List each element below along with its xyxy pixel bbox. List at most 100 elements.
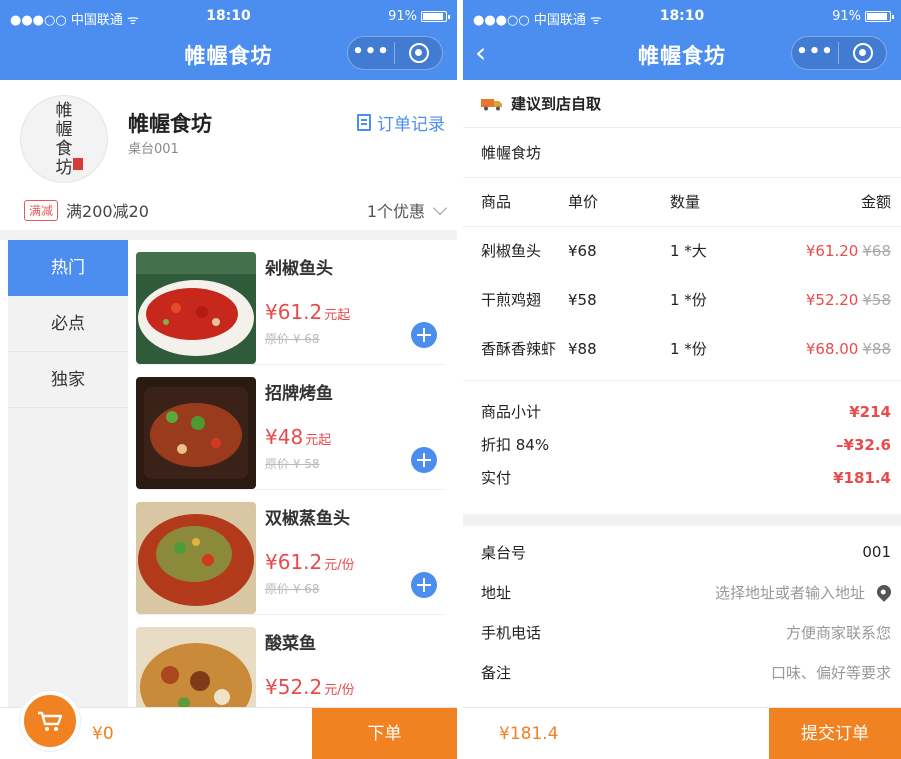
mini-program-capsule: ••• (791, 36, 887, 70)
price-value: ¥61.2 (265, 550, 323, 574)
target-icon (408, 43, 429, 63)
promo-count: 1个优惠 (366, 202, 425, 221)
divider (463, 514, 901, 526)
dish-item[interactable]: 酸菜鱼 ¥52.2 元/份 (136, 615, 445, 714)
original-price: 原价 ¥ 68 (265, 332, 320, 346)
address-field[interactable]: 选择地址或者输入地址 (714, 582, 894, 603)
place-order-button[interactable]: 下单 (312, 708, 457, 759)
dish-list: 剁椒鱼头 ¥61.2 元起 原价 ¥ 68 招牌烤鱼 ¥48 元起 原价 ¥ 58 … (136, 240, 445, 714)
item-amount: ¥68.00 ¥88 (760, 324, 901, 373)
item-qty: 1 *份 (670, 291, 707, 309)
battery-status: 91% (388, 9, 450, 24)
address-placeholder: 选择地址或者输入地址 (714, 583, 865, 602)
top-bar: ●●●○○ 中国联通 ᯤ 18:10 91% ‹ 帷幄食坊 ••• (463, 0, 901, 80)
shop-header: 帷幄食坊 帷幄食坊 桌台001 订单记录 满减 满200减20 1个优惠 (0, 80, 457, 230)
item-unit-price: ¥58 (568, 290, 597, 309)
add-to-cart-button[interactable] (411, 447, 437, 473)
header-item: 商品 (463, 178, 568, 227)
menu-area: 热门 必点 独家 剁椒鱼头 ¥61.2 元起 原价 ¥ 68 招牌烤鱼 ¥48 元起… (0, 240, 457, 714)
note-label: 备注 (481, 663, 512, 682)
battery-icon (421, 11, 450, 22)
phone-row[interactable]: 手机电话 方便商家联系您 (481, 612, 891, 652)
shop-name: 帷幄食坊 (128, 112, 212, 136)
status-bar: ●●●○○ 中国联通 ᯤ 18:10 91% (0, 0, 457, 32)
location-pin-icon[interactable] (874, 582, 894, 602)
category-must-order[interactable]: 必点 (8, 296, 128, 352)
dish-item[interactable]: 剁椒鱼头 ¥61.2 元起 原价 ¥ 68 (136, 240, 445, 365)
add-to-cart-button[interactable] (411, 322, 437, 348)
divider (463, 373, 901, 381)
item-amount: ¥52.20 ¥58 (760, 275, 901, 324)
price-unit: 元/份 (324, 558, 355, 573)
item-unit-price: ¥88 (568, 339, 597, 358)
menu-screen: ●●●○○ 中国联通 ᯤ 18:10 91% 帷幄食坊 ••• 帷幄食坊 帷幄食… (0, 0, 457, 759)
address-row[interactable]: 地址 选择地址或者输入地址 (481, 572, 894, 612)
target-icon (852, 43, 873, 63)
amount-value: ¥61.20 (805, 241, 859, 260)
top-bar: ●●●○○ 中国联通 ᯤ 18:10 91% 帷幄食坊 ••• (0, 0, 457, 80)
note-field[interactable]: 口味、偏好等要求 (771, 662, 891, 683)
price-value: ¥52.2 (265, 675, 323, 699)
item-qty: 1 *大 (670, 242, 707, 261)
battery-status: 91% (832, 9, 894, 24)
close-target-button[interactable] (839, 43, 886, 63)
checkout-shop-name: 帷幄食坊 (463, 128, 901, 178)
dish-photo (136, 377, 256, 489)
dish-name: 酸菜鱼 (265, 634, 316, 654)
discount-row: 折扣 84% –¥32.6 (481, 428, 891, 461)
order-history-link[interactable]: 订单记录 (357, 110, 445, 135)
note-row[interactable]: 备注 口味、偏好等要求 (481, 652, 891, 692)
cart-icon (38, 711, 63, 731)
dish-price: ¥52.2 元/份 (265, 675, 355, 699)
paid-label: 实付 (481, 469, 512, 487)
dish-price: ¥61.2 元/份 (265, 550, 355, 574)
pickup-notice: 建议到店自取 (463, 80, 901, 128)
dish-name: 招牌烤鱼 (265, 384, 333, 404)
dish-item[interactable]: 双椒蒸鱼头 ¥61.2 元/份 原价 ¥ 68 (136, 490, 445, 615)
promo-row[interactable]: 满减 满200减20 1个优惠 (24, 198, 448, 222)
promo-more[interactable]: 1个优惠 (366, 198, 448, 222)
item-name: 剁椒鱼头 (481, 242, 542, 261)
subtotal-row: 商品小计 ¥214 (481, 395, 891, 428)
item-name: 香酥香辣虾 (481, 340, 557, 358)
table-number-label: 桌台号 (481, 543, 527, 562)
checkout-bar: ¥181.4 提交订单 (463, 707, 901, 759)
cart-button[interactable] (20, 691, 80, 751)
dish-name: 剁椒鱼头 (265, 259, 333, 279)
price-value: ¥61.2 (265, 300, 323, 324)
more-dots-icon[interactable]: ••• (348, 42, 395, 64)
dish-price: ¥61.2 元起 (265, 300, 350, 324)
logo-text: 帷幄食坊 (55, 101, 73, 178)
discount-label: 折扣 84% (481, 436, 550, 454)
truck-icon (481, 98, 502, 110)
order-form: 桌台号 001 地址 选择地址或者输入地址 手机电话 方便商家联系您 备注 口味… (463, 526, 901, 692)
table-number-value: 001 (862, 543, 891, 561)
mini-program-capsule: ••• (347, 36, 443, 70)
address-label: 地址 (481, 583, 512, 602)
order-items-table: 商品 单价 数量 金额 剁椒鱼头 ¥68 1 *大 ¥61.20 ¥68 干煎鸡翅… (463, 178, 901, 373)
discount-value: –¥32.6 (836, 435, 891, 454)
price-unit: 元起 (324, 308, 351, 323)
amount-original: ¥88 (862, 339, 891, 358)
dish-name: 双椒蒸鱼头 (265, 509, 350, 529)
more-dots-icon[interactable]: ••• (792, 42, 839, 64)
category-hot[interactable]: 热门 (8, 240, 128, 296)
close-target-button[interactable] (395, 43, 442, 63)
battery-icon (865, 11, 894, 22)
table-header-row: 商品 单价 数量 金额 (463, 178, 901, 227)
table-row: 干煎鸡翅 ¥58 1 *份 ¥52.20 ¥58 (463, 275, 901, 324)
phone-field[interactable]: 方便商家联系您 (786, 622, 891, 643)
submit-order-button[interactable]: 提交订单 (769, 708, 901, 759)
original-price: 原价 ¥ 68 (265, 582, 320, 596)
status-bar: ●●●○○ 中国联通 ᯤ 18:10 91% (463, 0, 901, 32)
document-icon (357, 114, 371, 131)
dish-photo (136, 627, 256, 714)
order-history-label: 订单记录 (377, 115, 445, 135)
category-sidebar: 热门 必点 独家 (8, 240, 128, 714)
add-to-cart-button[interactable] (411, 572, 437, 598)
subtotal-label: 商品小计 (481, 403, 542, 421)
header-unit-price: 单价 (568, 178, 670, 227)
price-value: ¥48 (265, 425, 304, 449)
category-exclusive[interactable]: 独家 (8, 352, 128, 408)
dish-item[interactable]: 招牌烤鱼 ¥48 元起 原价 ¥ 58 (136, 365, 445, 490)
